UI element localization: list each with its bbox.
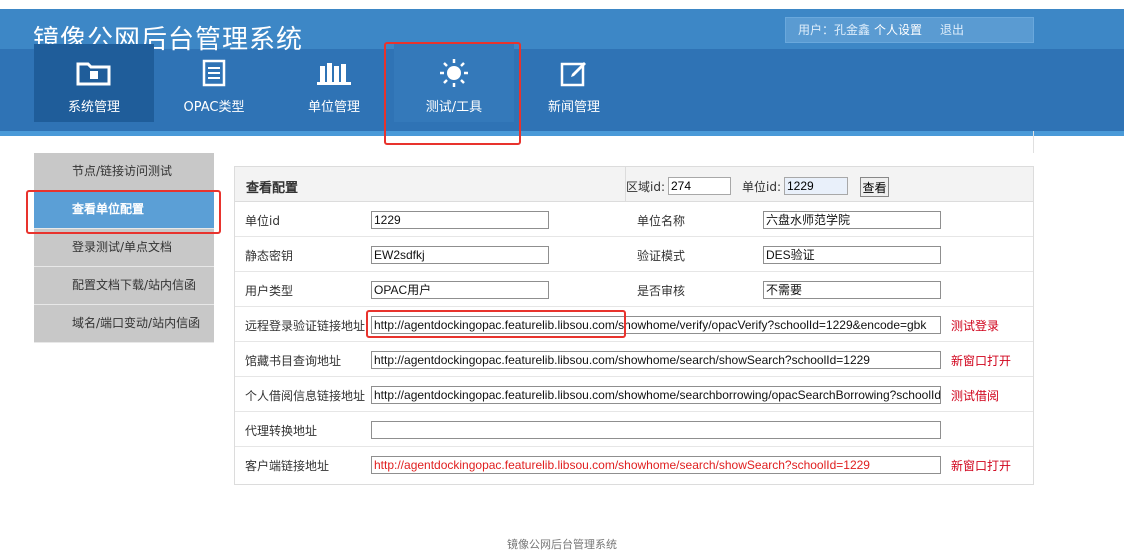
library-icon <box>315 58 353 88</box>
form-row: 客户端链接地址 http://agentdockingopac.featurel… <box>235 447 1033 482</box>
form-row: 代理转换地址 <box>235 412 1033 447</box>
static-key-field[interactable]: EW2sdfkj <box>371 246 549 264</box>
nav-item-unit-management[interactable]: 单位管理 <box>274 44 394 122</box>
audit-label: 是否审核 <box>637 284 686 298</box>
form-row: 单位id 1229 单位名称 六盘水师范学院 <box>235 202 1033 237</box>
nav-item-test-tools[interactable]: 测试/工具 <box>394 44 514 122</box>
panel-title: 查看配置 <box>246 181 299 196</box>
divider <box>1033 131 1034 153</box>
form-row: 馆藏书目查询地址 http://agentdockingopac.feature… <box>235 342 1033 377</box>
form-row: 用户类型 OPAC用户 是否审核 不需要 <box>235 272 1033 307</box>
user-type-field[interactable]: OPAC用户 <box>371 281 549 299</box>
main-nav: 系统管理 OPAC类型 单位管理 测试/工具 新闻管理 <box>34 44 634 122</box>
catalog-label: 馆藏书目查询地址 <box>245 354 342 368</box>
logout-link[interactable]: 退出 <box>940 23 964 37</box>
form-row: 个人借阅信息链接地址 http://agentdockingopac.featu… <box>235 377 1033 412</box>
client-link-field[interactable]: http://agentdockingopac.featurelib.libso… <box>371 456 941 474</box>
sidebar-item-view-unit-config[interactable]: 查看单位配置 <box>34 191 214 229</box>
unit-id-field-label: 单位id <box>245 214 280 228</box>
unit-id-field[interactable]: 1229 <box>371 211 549 229</box>
user-label: 用户：孔金鑫 <box>798 23 871 37</box>
proxy-label: 代理转换地址 <box>245 424 318 438</box>
document-icon <box>195 58 233 88</box>
nav-label: OPAC类型 <box>183 100 245 115</box>
sidebar-item-login-test[interactable]: 登录测试/单点文档 <box>34 229 214 267</box>
catalog-field[interactable]: http://agentdockingopac.featurelib.libso… <box>371 351 941 369</box>
settings-link[interactable]: 个人设置 <box>874 23 922 37</box>
borrow-label: 个人借阅信息链接地址 <box>245 389 366 403</box>
sidebar-item-link-test[interactable]: 节点/链接访问测试 <box>34 153 214 191</box>
form-row: 远程登录验证链接地址 http://agentdockingopac.featu… <box>235 307 1033 342</box>
footer: 镜像公网后台管理系统 <box>507 538 617 551</box>
verify-mode-field[interactable]: DES验证 <box>763 246 941 264</box>
nav-item-system[interactable]: 系统管理 <box>34 44 154 122</box>
test-borrow-link[interactable]: 测试借阅 <box>951 387 999 404</box>
test-login-link[interactable]: 测试登录 <box>951 317 999 334</box>
folder-icon <box>75 58 113 88</box>
static-key-label: 静态密钥 <box>245 249 294 263</box>
header-stripe <box>0 131 1124 136</box>
nav-label: 测试/工具 <box>425 100 483 115</box>
user-bar: 用户：孔金鑫 个人设置 退出 <box>785 17 1034 43</box>
borrow-field[interactable]: http://agentdockingopac.featurelib.libso… <box>371 386 941 404</box>
user-type-label: 用户类型 <box>245 284 294 298</box>
sidebar: 节点/链接访问测试 查看单位配置 登录测试/单点文档 配置文档下载/站内信函 域… <box>34 153 214 343</box>
unit-id-label: 单位id: <box>742 180 781 194</box>
client-link-label: 客户端链接地址 <box>245 459 330 473</box>
nav-label: 单位管理 <box>307 100 360 115</box>
nav-item-news[interactable]: 新闻管理 <box>514 44 634 122</box>
sidebar-item-config-download[interactable]: 配置文档下载/站内信函 <box>34 267 214 305</box>
sun-icon <box>435 58 473 88</box>
config-panel: 查看配置 区域id: 单位id: 查看 单位id 1229 单位名称 六盘水师范… <box>234 166 1034 485</box>
region-id-input[interactable] <box>668 177 731 195</box>
panel-header: 查看配置 区域id: 单位id: 查看 <box>235 167 1033 202</box>
edit-icon <box>555 58 593 88</box>
sidebar-item-domain-port[interactable]: 域名/端口变动/站内信函 <box>34 305 214 343</box>
open-new-window-link[interactable]: 新窗口打开 <box>951 457 1011 474</box>
nav-label: 新闻管理 <box>547 100 600 115</box>
region-id-label: 区域id: <box>626 180 665 194</box>
nav-item-opac-type[interactable]: OPAC类型 <box>154 44 274 122</box>
remote-login-field[interactable]: http://agentdockingopac.featurelib.libso… <box>371 316 941 334</box>
unit-name-label: 单位名称 <box>637 214 686 228</box>
audit-field[interactable]: 不需要 <box>763 281 941 299</box>
view-button[interactable]: 查看 <box>860 177 889 197</box>
verify-mode-label: 验证模式 <box>637 249 686 263</box>
nav-label: 系统管理 <box>67 100 120 115</box>
open-new-window-link[interactable]: 新窗口打开 <box>951 352 1011 369</box>
remote-login-label: 远程登录验证链接地址 <box>245 319 366 333</box>
unit-name-field[interactable]: 六盘水师范学院 <box>763 211 941 229</box>
filter-bar: 区域id: 单位id: 查看 <box>625 167 889 202</box>
unit-id-input[interactable] <box>784 177 848 195</box>
proxy-field[interactable] <box>371 421 941 439</box>
form-row: 静态密钥 EW2sdfkj 验证模式 DES验证 <box>235 237 1033 272</box>
